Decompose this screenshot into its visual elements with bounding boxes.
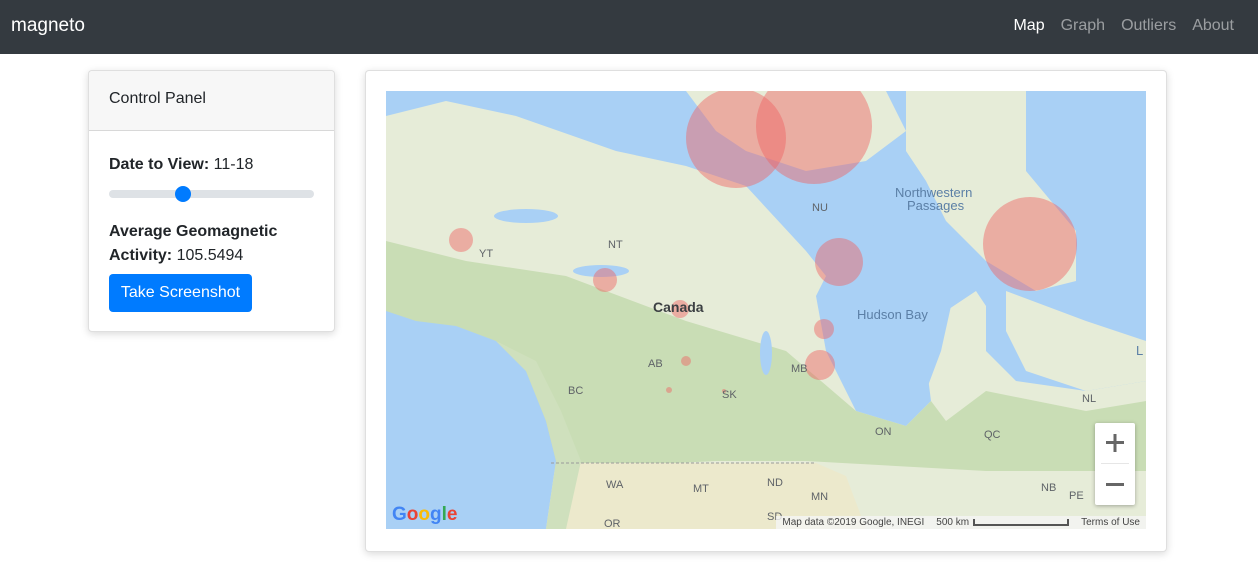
control-panel-header: Control Panel [89, 71, 334, 131]
map-footer: Map data ©2019 Google, INEGI 500 km Term… [776, 516, 1146, 529]
minus-icon [1106, 483, 1124, 486]
activity-circle [983, 197, 1077, 291]
label-mn: MN [811, 491, 829, 503]
activity-circle [681, 356, 691, 366]
avg-row: Average Geomagnetic Activity: 105.5494 [109, 220, 309, 268]
nav-link-outliers[interactable]: Outliers [1121, 16, 1176, 36]
nav-link-about[interactable]: About [1192, 16, 1234, 36]
activity-circle [449, 228, 473, 252]
label-on: ON [875, 426, 892, 438]
zoom-separator [1101, 463, 1129, 464]
label-qc: QC [984, 429, 1001, 441]
label-hudson-bay: Hudson Bay [857, 307, 928, 322]
control-panel: Control Panel Date to View: 11-18 Averag… [88, 70, 335, 332]
scale-line [973, 518, 1070, 526]
activity-circle [814, 319, 834, 339]
activity-circle [593, 268, 617, 292]
great-bear-lake [494, 209, 558, 223]
label-or: OR [604, 518, 621, 529]
zoom-control [1095, 423, 1135, 505]
brand[interactable]: magneto [11, 14, 85, 38]
label-ab: AB [648, 358, 663, 370]
label-passages: Passages [907, 198, 965, 213]
lake-nu [853, 225, 889, 237]
label-l: L [1136, 343, 1144, 358]
label-pe: PE [1069, 490, 1084, 502]
date-label: Date to View: [109, 156, 210, 173]
label-nl: NL [1082, 393, 1097, 405]
scale-bar[interactable]: 500 km [930, 516, 1075, 529]
label-wa: WA [606, 479, 624, 491]
zoom-out-button[interactable] [1095, 465, 1135, 505]
label-nd: ND [767, 477, 783, 489]
nav-links: Map Graph Outliers About [1013, 16, 1234, 36]
nav-link-map[interactable]: Map [1013, 16, 1044, 36]
zoom-in-button[interactable] [1095, 423, 1135, 463]
activity-circle [805, 350, 835, 380]
terms-link[interactable]: Terms of Use [1075, 516, 1146, 529]
label-sk: SK [722, 389, 737, 401]
label-canada: Canada [653, 299, 704, 315]
date-row: Date to View: 11-18 [109, 155, 253, 175]
label-nt: NT [608, 239, 623, 251]
nav-link-graph[interactable]: Graph [1061, 16, 1105, 36]
map-attribution: Map data ©2019 Google, INEGI [782, 517, 925, 528]
activity-circle [815, 238, 863, 286]
map-card: Canada Hudson Bay Northwestern Passages … [365, 70, 1167, 552]
google-logo[interactable]: Google [392, 505, 457, 525]
label-mb: MB [791, 363, 808, 375]
date-slider[interactable] [109, 186, 314, 202]
map[interactable]: Canada Hudson Bay Northwestern Passages … [386, 91, 1146, 529]
map-canvas [386, 91, 1146, 529]
label-nu: NU [812, 202, 828, 214]
activity-circle [666, 387, 672, 393]
label-yt: YT [479, 248, 494, 260]
lake-winnipeg [760, 331, 772, 375]
label-mt: MT [693, 483, 709, 495]
take-screenshot-button[interactable]: Take Screenshot [109, 274, 252, 312]
label-nb: NB [1041, 482, 1057, 494]
scale-label: 500 km [936, 517, 970, 528]
label-bc: BC [568, 385, 584, 397]
avg-value: 105.5494 [176, 247, 244, 264]
plus-icon [1106, 434, 1124, 452]
navbar: magneto Map Graph Outliers About [0, 0, 1258, 54]
date-value: 11-18 [213, 156, 254, 173]
date-slider-thumb[interactable] [174, 186, 191, 202]
